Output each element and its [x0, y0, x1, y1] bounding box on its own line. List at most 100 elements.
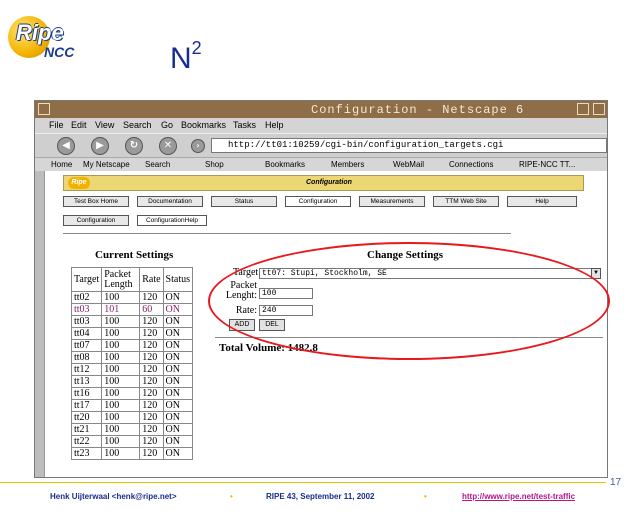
menu-bookmarks[interactable]: Bookmarks: [181, 120, 226, 130]
cell-target: tt02: [70, 291, 103, 304]
cell-packet-length: 100: [101, 315, 141, 328]
tab-documentation[interactable]: Documentation: [137, 196, 203, 207]
toolbar-home[interactable]: Home: [51, 160, 72, 169]
sub-tabs: Configuration ConfigurationHelp: [63, 215, 584, 226]
footer-link[interactable]: http://www.ripe.net/test-traffic: [462, 492, 575, 501]
annotation-oval: [208, 242, 610, 360]
page-number: 17: [610, 477, 622, 488]
cell-rate: 120: [139, 411, 164, 424]
tab-measurements[interactable]: Measurements: [359, 196, 425, 207]
cell-rate: 120: [139, 339, 164, 352]
menu-edit[interactable]: Edit: [71, 120, 87, 130]
menu-go[interactable]: Go: [161, 120, 173, 130]
table-row: tt07 100 120 ON: [70, 339, 194, 352]
toolbar-connections[interactable]: Connections: [449, 160, 493, 169]
reload-icon[interactable]: ↻: [125, 137, 143, 155]
go-icon[interactable]: ›: [191, 139, 205, 153]
tab-ttm-web-site[interactable]: TTM Web Site: [433, 196, 499, 207]
subtab-configuration-help[interactable]: ConfigurationHelp: [137, 215, 207, 226]
cell-packet-length: 100: [101, 291, 141, 304]
table-row: tt16 100 120 ON: [70, 387, 194, 400]
cell-status: ON: [162, 339, 194, 352]
cell-packet-length: 100: [101, 387, 141, 400]
url-bar[interactable]: http://tt01:10259/cgi-bin/configuration_…: [211, 138, 607, 153]
cell-status: ON: [162, 375, 194, 388]
minimize-icon[interactable]: [577, 103, 589, 115]
cell-target: tt03: [70, 303, 103, 316]
navigation-toolbar: ◀ ▶ ↻ ✕ › http://tt01:10259/cgi-bin/conf…: [35, 133, 607, 157]
cell-rate: 120: [139, 327, 164, 340]
cell-target: tt03: [70, 315, 103, 328]
cell-status: ON: [162, 435, 194, 448]
footer-separator: •: [424, 492, 427, 501]
menu-view[interactable]: View: [95, 120, 114, 130]
table-row: tt17 100 120 ON: [70, 399, 194, 412]
footer-separator: •: [230, 492, 233, 501]
table-row: tt03 100 120 ON: [70, 315, 194, 328]
cell-status: ON: [162, 411, 194, 424]
cell-status: ON: [162, 327, 194, 340]
window-menu-icon[interactable]: [38, 103, 50, 115]
main-tabs: Test Box Home Documentation Status Confi…: [63, 196, 584, 207]
config-header: Ripe Configuration: [63, 175, 584, 191]
col-packet-length-label: Packet Length: [104, 268, 133, 290]
footer-event: RIPE 43, September 11, 2002: [266, 492, 375, 501]
cell-target: tt16: [70, 387, 103, 400]
table-row: tt13 100 120 ON: [70, 375, 194, 388]
table-row: tt22 100 120 ON: [70, 435, 194, 448]
cell-rate: 120: [139, 435, 164, 448]
cell-status: ON: [162, 303, 194, 316]
table-row: tt03 101 60 ON: [70, 303, 194, 316]
cell-packet-length: 100: [101, 339, 141, 352]
cell-rate: 120: [139, 375, 164, 388]
cell-target: tt22: [70, 435, 103, 448]
menu-file[interactable]: File: [49, 120, 64, 130]
menu-help[interactable]: Help: [265, 120, 284, 130]
cell-packet-length: 100: [101, 327, 141, 340]
settings-rows: tt02 100 120 ON tt03 101 60 ON tt03 100 120 ON tt04 1…: [70, 291, 194, 460]
forward-icon[interactable]: ▶: [91, 137, 109, 155]
table-row: tt04 100 120 ON: [70, 327, 194, 340]
toolbar-search[interactable]: Search: [145, 160, 170, 169]
cell-target: tt17: [70, 399, 103, 412]
maximize-icon[interactable]: [593, 103, 605, 115]
menu-search[interactable]: Search: [123, 120, 152, 130]
toolbar-members[interactable]: Members: [331, 160, 364, 169]
current-settings-table: Target Packet Length Rate Status tt02 100…: [70, 267, 194, 460]
cell-rate: 120: [139, 399, 164, 412]
table-row: tt21 100 120 ON: [70, 423, 194, 436]
cell-packet-length: 100: [101, 351, 141, 364]
col-rate: Rate: [139, 267, 164, 292]
cell-status: ON: [162, 399, 194, 412]
logo-subtext: NCC: [44, 44, 75, 60]
cell-rate: 120: [139, 363, 164, 376]
toolbar-ripe-ncc-tt[interactable]: RIPE-NCC TT...: [519, 160, 575, 169]
stop-icon[interactable]: ✕: [159, 137, 177, 155]
footer-rule: [0, 482, 606, 483]
toolbar-shop[interactable]: Shop: [205, 160, 224, 169]
tab-status[interactable]: Status: [211, 196, 277, 207]
tab-configuration[interactable]: Configuration: [285, 196, 351, 207]
header-label: Configuration: [306, 179, 352, 186]
cell-rate: 120: [139, 351, 164, 364]
toolbar-my-netscape[interactable]: My Netscape: [83, 160, 130, 169]
cell-status: ON: [162, 291, 194, 304]
menu-tasks[interactable]: Tasks: [233, 120, 256, 130]
back-icon[interactable]: ◀: [57, 137, 75, 155]
menu-bar: File Edit View Search Go Bookmarks Tasks…: [35, 118, 607, 133]
toolbar-bookmarks[interactable]: Bookmarks: [265, 160, 305, 169]
cell-status: ON: [162, 423, 194, 436]
cell-packet-length: 100: [101, 435, 141, 448]
cell-target: tt20: [70, 411, 103, 424]
cell-rate: 120: [139, 423, 164, 436]
tab-test-box-home[interactable]: Test Box Home: [63, 196, 129, 207]
toolbar-webmail[interactable]: WebMail: [393, 160, 424, 169]
cell-status: ON: [162, 447, 194, 460]
subtab-configuration[interactable]: Configuration: [63, 215, 129, 226]
sidebar-gutter[interactable]: [35, 171, 45, 477]
cell-packet-length: 100: [101, 411, 141, 424]
personal-toolbar: Home My Netscape Search Shop Bookmarks M…: [35, 157, 607, 171]
cell-status: ON: [162, 363, 194, 376]
footer-author: Henk Uijterwaal <henk@ripe.net>: [50, 492, 177, 501]
tab-help[interactable]: Help: [507, 196, 577, 207]
